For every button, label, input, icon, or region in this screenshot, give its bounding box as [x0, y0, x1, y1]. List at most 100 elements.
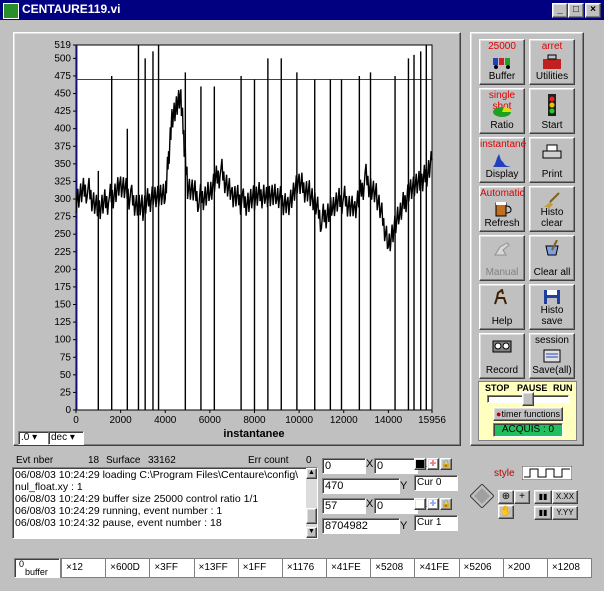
- manual-button[interactable]: Manual: [479, 235, 525, 281]
- cursor0-y-field[interactable]: 0: [374, 458, 418, 474]
- hex-status-field: ×200: [502, 559, 547, 577]
- format-select[interactable]: dec ▾: [48, 431, 84, 445]
- scroll-down-arrow-icon[interactable]: ▼: [306, 527, 317, 538]
- record-label: Record: [485, 365, 519, 376]
- hex-status-field: ×41FE: [326, 559, 370, 577]
- y-tick-label: 50: [60, 370, 72, 381]
- save-all-button[interactable]: session Save(all): [529, 333, 575, 379]
- cursor1-name[interactable]: Cur 1: [414, 515, 458, 531]
- log-scrollbar[interactable]: ▲ ▼: [306, 468, 317, 538]
- buffer-button[interactable]: 25000 Buffer: [479, 39, 525, 85]
- timer-functions-label: timer functions: [501, 409, 560, 419]
- ratio-button[interactable]: single shot Ratio: [479, 88, 525, 134]
- cursor0-lock-icon[interactable]: 🔒: [440, 458, 452, 470]
- cursor1-crosshair-icon[interactable]: ✛: [427, 498, 439, 510]
- histo-save-label: Histo save: [540, 305, 564, 327]
- utilities-button[interactable]: arret Utilities: [529, 39, 575, 85]
- y-tick-label: 150: [54, 300, 71, 311]
- y-tick-label: 300: [54, 194, 71, 205]
- clear-all-label: Clear all: [533, 267, 571, 278]
- histo-clear-button[interactable]: Histo clear: [529, 186, 575, 232]
- acquis-indicator: ACQUIS : 0: [493, 423, 563, 437]
- y-tick-label: 275: [54, 212, 71, 223]
- x-format-icon[interactable]: X.XX: [552, 490, 578, 504]
- y-tick-label: 400: [54, 124, 71, 135]
- broom-icon: [544, 192, 560, 207]
- log-line: 06/08/03 10:24:32 pause, event number : …: [15, 517, 222, 529]
- cursor1-color-swatch[interactable]: [414, 498, 426, 510]
- event-number-value: 18: [88, 455, 100, 466]
- floppy-disk-icon: [544, 290, 560, 304]
- display-button[interactable]: instantane Display: [479, 137, 527, 183]
- cursor0-color-swatch[interactable]: [414, 458, 426, 470]
- print-button[interactable]: Print: [529, 137, 575, 183]
- help-label: Help: [491, 316, 513, 327]
- x-tick-label: 10000: [285, 415, 313, 426]
- app-icon: [3, 3, 19, 19]
- display-state: instantane: [480, 139, 527, 150]
- help-button[interactable]: Help: [479, 284, 525, 330]
- waveform-chart: 5195004754504254003753503253002752502252…: [54, 40, 446, 440]
- cursor0-x-value: 0: [325, 460, 332, 472]
- window-title: CENTAURE119.vi: [22, 2, 121, 16]
- cursor0-x-field[interactable]: 0: [322, 458, 366, 474]
- record-button[interactable]: Record: [479, 333, 525, 379]
- clear-all-button[interactable]: Clear all: [529, 235, 575, 281]
- x-tick-label: 0: [73, 415, 79, 426]
- scroll-thumb[interactable]: [306, 508, 317, 524]
- toolbox-icon: [543, 54, 561, 69]
- plot-style-icon[interactable]: [522, 466, 572, 480]
- train-icon: [493, 58, 510, 69]
- run-slider-thumb[interactable]: [522, 392, 534, 406]
- y-tick-label: 125: [54, 317, 71, 328]
- cursor0-y-value: 0: [377, 460, 384, 472]
- acquis-value: ACQUIS : 0: [501, 424, 555, 435]
- y-tick-label: 500: [54, 53, 71, 64]
- minimize-button[interactable]: _: [552, 3, 568, 18]
- crosshair-tool-icon[interactable]: +: [514, 490, 530, 504]
- cursor1-value: 8704982: [325, 520, 368, 532]
- cursor1-x-label: X: [366, 498, 374, 510]
- scroll-up-arrow-icon[interactable]: ▲: [306, 468, 317, 479]
- log-lines: 06/08/03 10:24:29 loading C:\Program Fil…: [15, 469, 298, 529]
- cursor1-y-field[interactable]: 0: [374, 498, 418, 514]
- cursor0-name-value: Cur 0: [417, 477, 442, 488]
- cursor-move-pad-icon[interactable]: [470, 484, 494, 508]
- close-button[interactable]: ×: [585, 3, 601, 18]
- pie-icon: [493, 107, 512, 117]
- tape-recorder-icon: [492, 340, 512, 353]
- y-format-icon[interactable]: Y.YY: [552, 506, 578, 520]
- pan-hand-icon[interactable]: ✋: [498, 505, 514, 519]
- y-tick-label: 475: [54, 71, 71, 82]
- histo-save-button[interactable]: Histo save: [529, 284, 575, 330]
- x-offset-control[interactable]: .0 ▾: [18, 431, 50, 445]
- x-scale-lock-icon[interactable]: ▮▮: [534, 490, 552, 504]
- surface-value: 33162: [148, 455, 176, 466]
- y-tick-label: 225: [54, 247, 71, 258]
- session-label: session: [535, 335, 569, 346]
- traffic-light-icon: [548, 94, 556, 116]
- cursor1-value-field[interactable]: 8704982: [322, 518, 400, 534]
- hex-status-field: ×12: [61, 559, 105, 577]
- y-tick-label: 350: [54, 159, 71, 170]
- cursor0-name[interactable]: Cur 0: [414, 475, 458, 491]
- histo-clear-label: Histo clear: [540, 207, 564, 229]
- cursor0-crosshair-icon[interactable]: ✛: [427, 458, 439, 470]
- timer-functions-button[interactable]: ●timer functions: [493, 407, 563, 421]
- tool-panel: 25000 Buffer arret Utilities single shot…: [470, 32, 584, 446]
- maximize-button[interactable]: □: [568, 3, 584, 18]
- x-tick-label: 8000: [243, 415, 266, 426]
- cursor1-lock-icon[interactable]: 🔒: [440, 498, 452, 510]
- hand-icon: [494, 242, 510, 256]
- cursor1-x-field[interactable]: 57: [322, 498, 366, 514]
- cursor0-value-field[interactable]: 470: [322, 478, 400, 494]
- ratio-label: Ratio: [490, 120, 514, 131]
- log-box[interactable]: 06/08/03 10:24:29 loading C:\Program Fil…: [12, 467, 318, 539]
- y-scale-lock-icon[interactable]: ▮▮: [534, 506, 552, 520]
- start-button[interactable]: Start: [529, 88, 575, 134]
- hex-status-fields: ×12 ×600D ×3FF ×13FF ×1FF ×1176 ×41FE ×5208 ×41F…: [60, 558, 592, 578]
- cursor0-y-axis-label: Y: [400, 480, 408, 492]
- format-value: dec: [51, 432, 68, 443]
- zoom-icon[interactable]: ⊕: [498, 490, 514, 504]
- refresh-button[interactable]: Automatic Refresh: [479, 186, 525, 232]
